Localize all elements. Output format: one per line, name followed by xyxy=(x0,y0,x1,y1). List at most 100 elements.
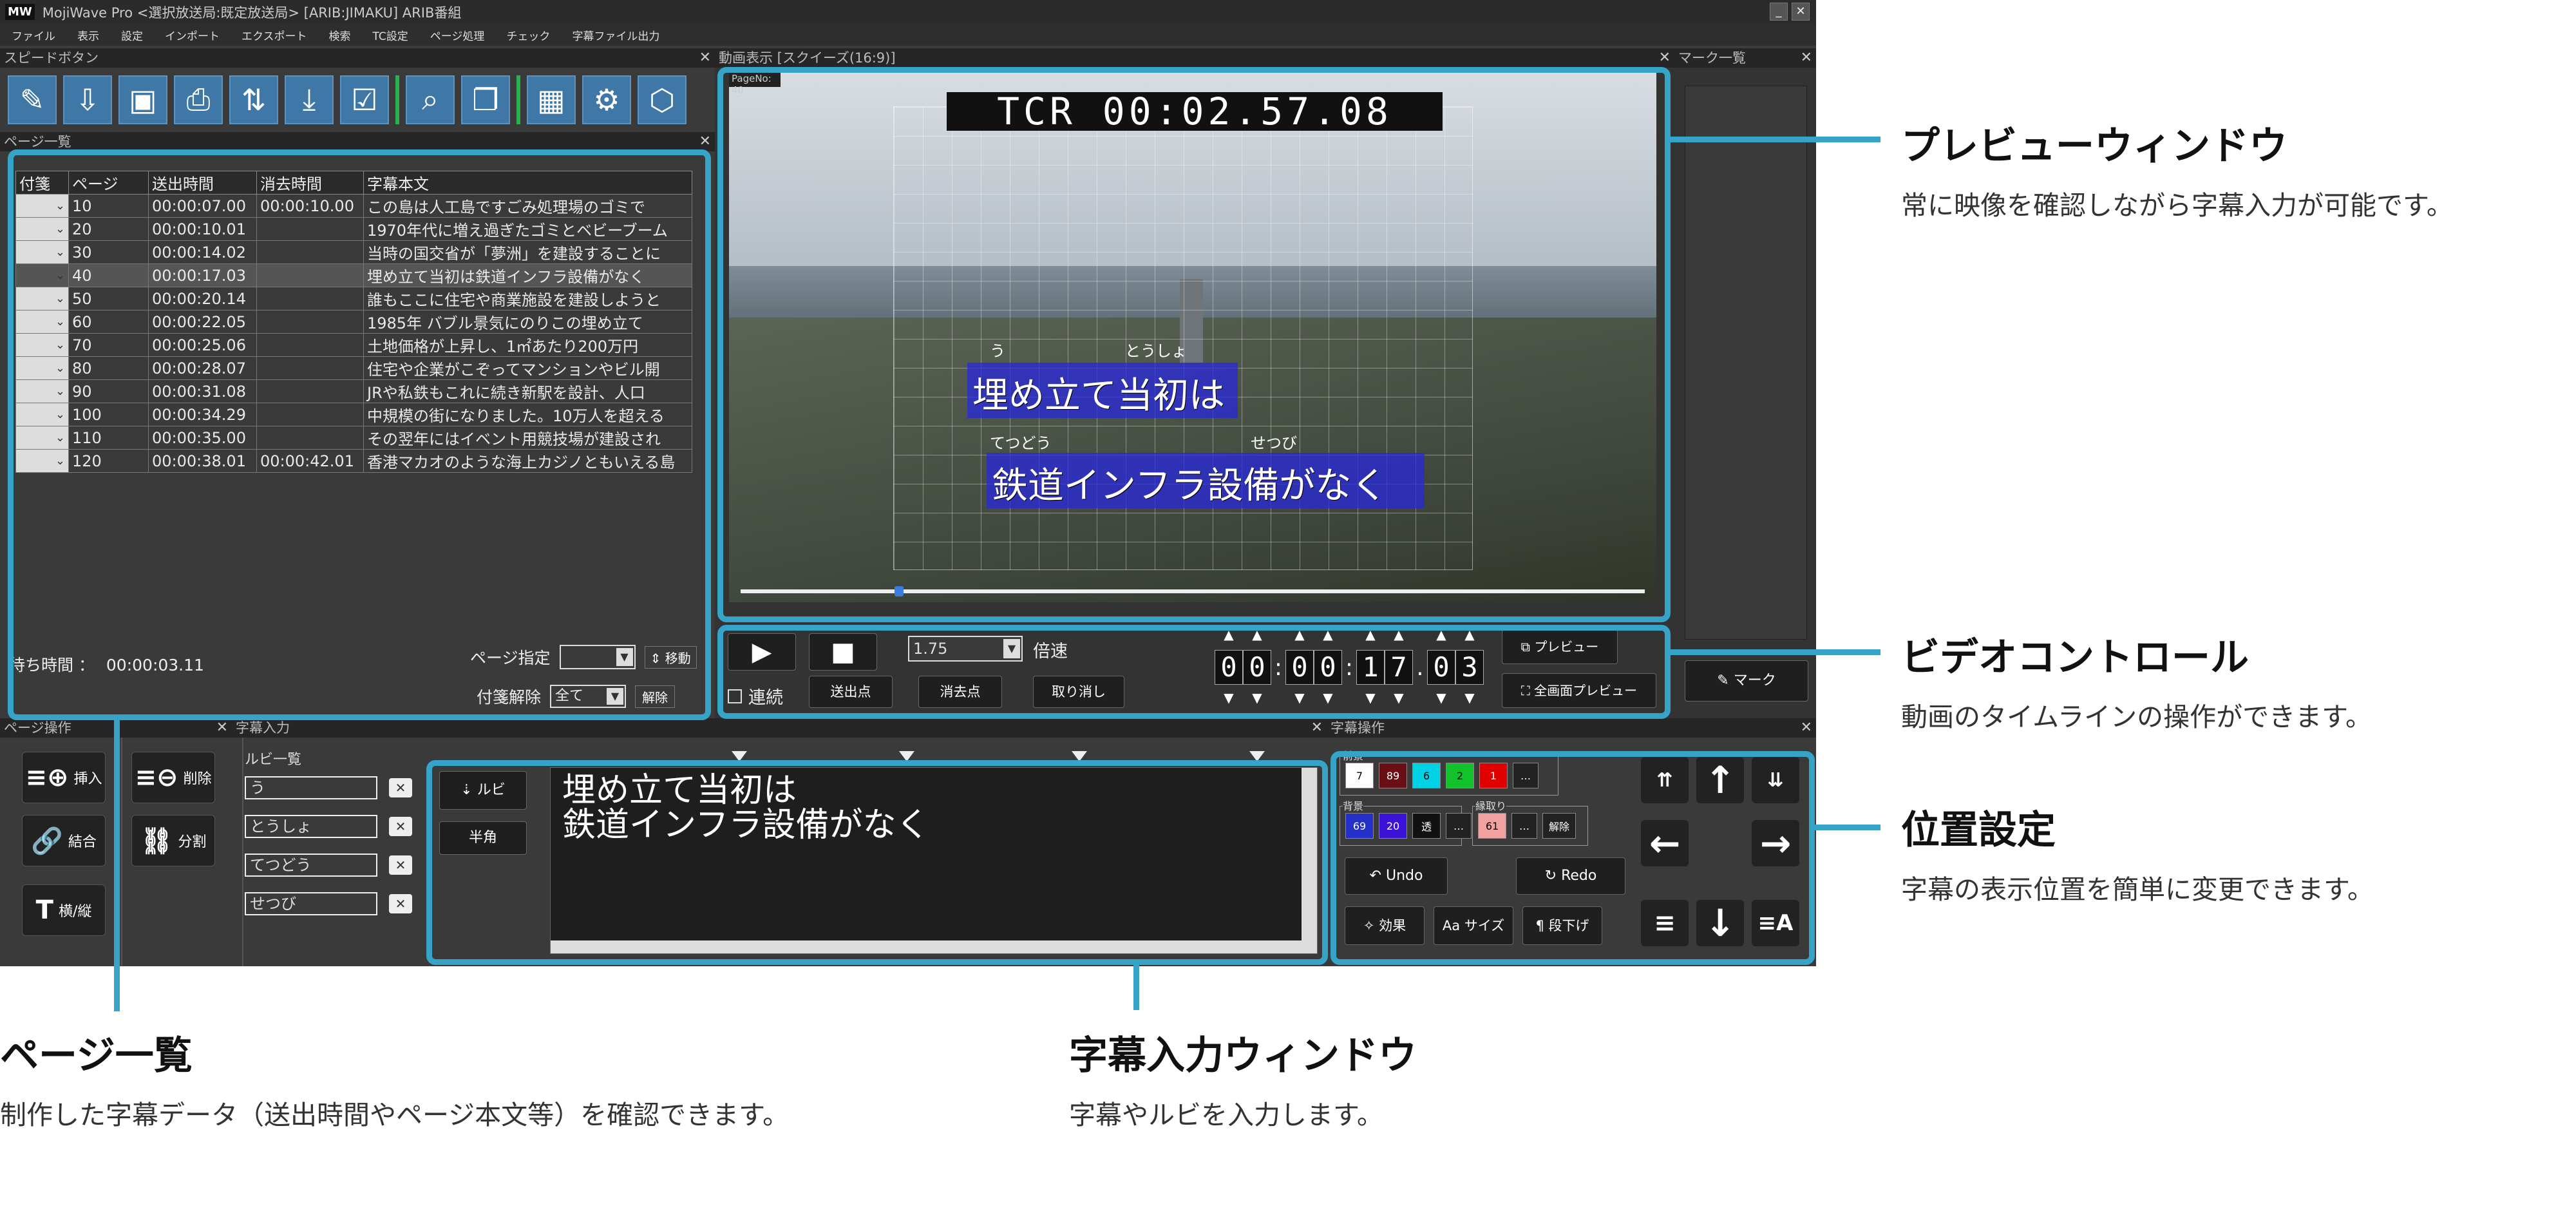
out-time-cell[interactable]: 00:00:17.03 xyxy=(148,263,257,287)
menu-caption-output[interactable]: 字幕ファイル出力 xyxy=(572,27,659,43)
column-header[interactable]: 送出時間 xyxy=(148,171,257,195)
horizontal-scrollbar[interactable] xyxy=(551,940,1303,953)
foreground-color-swatch[interactable]: 1 xyxy=(1479,763,1508,788)
tag-cell[interactable]: ⌄ xyxy=(15,449,69,473)
page-cell[interactable]: 40 xyxy=(68,263,149,287)
tag-cell[interactable]: ⌄ xyxy=(15,379,69,403)
mark-button[interactable]: ✎ マーク xyxy=(1685,660,1808,701)
clear-ruby-button[interactable]: ✕ xyxy=(389,778,412,797)
ruby-input[interactable]: せつび xyxy=(245,892,377,915)
up-arrow[interactable]: ▲ xyxy=(1455,627,1484,642)
delete-button[interactable]: ≡⊖ 削除 xyxy=(131,752,215,803)
caption-text-cell[interactable]: 埋め立て当初は鉄道インフラ設備がなく xyxy=(363,263,692,287)
menu-page-processing[interactable]: ページ処理 xyxy=(430,27,485,43)
foreground-color-swatch[interactable]: 89 xyxy=(1379,763,1407,788)
close-icon[interactable]: ✕ xyxy=(699,132,711,151)
close-icon[interactable]: ✕ xyxy=(216,718,228,738)
continuous-checkbox[interactable] xyxy=(728,689,742,703)
arrow-down-icon[interactable]: ↓ xyxy=(1696,900,1744,946)
page-cell[interactable]: 110 xyxy=(68,426,149,450)
out-time-cell[interactable]: 00:00:31.08 xyxy=(148,379,257,403)
down-arrow[interactable]: ▼ xyxy=(1385,690,1413,705)
out-time-cell[interactable]: 00:00:10.01 xyxy=(148,217,257,241)
table-row[interactable]: ⌄ 50 00:00:20.14 誰もここに住宅や商業施設を建設しようと xyxy=(15,287,692,310)
timecode-digit[interactable]: 0 xyxy=(1427,650,1455,685)
column-header[interactable]: 消去時間 xyxy=(256,171,364,195)
out-time-cell[interactable]: 00:00:25.06 xyxy=(148,333,257,357)
tag-clear-select[interactable]: 全て ▼ xyxy=(550,685,627,708)
grid-icon[interactable]: ▦ xyxy=(527,75,576,124)
caption-text-cell[interactable]: 土地価格が上昇し、1㎡あたり200万円 xyxy=(363,333,692,357)
page-cell[interactable]: 20 xyxy=(68,217,149,241)
up-arrow[interactable]: ▲ xyxy=(1356,627,1385,642)
clear-ruby-button[interactable]: ✕ xyxy=(389,817,412,836)
indent-button[interactable]: ¶ 段下げ xyxy=(1522,906,1602,945)
out-time-cell[interactable]: 00:00:35.00 xyxy=(148,426,257,450)
clear-time-cell[interactable] xyxy=(256,263,364,287)
table-row[interactable]: ⌄ 40 00:00:17.03 埋め立て当初は鉄道インフラ設備がなく xyxy=(15,263,692,287)
page-cell[interactable]: 100 xyxy=(68,403,149,426)
ruby-input[interactable]: てつどう xyxy=(245,854,377,877)
up-arrow[interactable]: ▲ xyxy=(1385,627,1413,642)
tag-cell[interactable]: ⌄ xyxy=(15,217,69,241)
up-arrow[interactable]: ▲ xyxy=(1427,627,1455,642)
continuous-option[interactable]: 連続 xyxy=(728,683,783,709)
align-center-icon[interactable]: ≡ xyxy=(1641,900,1689,946)
column-header[interactable]: 字幕本文 xyxy=(363,171,692,195)
menu-search[interactable]: 検索 xyxy=(329,27,351,43)
tag-cell[interactable]: ⌄ xyxy=(15,263,69,287)
out-time-cell[interactable]: 00:00:38.01 xyxy=(148,449,257,473)
video-frame[interactable]: PageNo: 40 TCR 00:02.57.08 う とうしょ 埋め立て当初… xyxy=(729,73,1656,602)
caption-text-cell[interactable]: 1985年 バブル景気にのりこの埋め立て xyxy=(363,310,692,334)
foreground-color-swatch[interactable]: 7 xyxy=(1345,763,1374,788)
clear-time-cell[interactable] xyxy=(256,217,364,241)
timecode-digit[interactable]: 1 xyxy=(1356,650,1385,685)
check-icon[interactable]: ☑ xyxy=(340,75,389,124)
release-button[interactable]: 解除 xyxy=(635,685,676,708)
page-cell[interactable]: 70 xyxy=(68,333,149,357)
clear-point-button[interactable]: 消去点 xyxy=(918,676,1002,708)
edit-icon[interactable]: ✎ xyxy=(8,75,57,124)
move-button[interactable]: ⇕ 移動 xyxy=(644,645,697,669)
move-top-icon[interactable]: ⇈ xyxy=(1641,757,1689,803)
import-icon[interactable]: ⇩ xyxy=(63,75,112,124)
join-button[interactable]: 🔗 結合 xyxy=(22,815,106,866)
clear-time-cell[interactable] xyxy=(256,310,364,334)
speed-select[interactable]: 1.75 ▼ xyxy=(908,636,1023,662)
tab-stop-marker[interactable] xyxy=(1249,751,1265,761)
clear-time-cell[interactable]: 00:00:42.01 xyxy=(256,449,364,473)
close-icon[interactable]: ✕ xyxy=(1801,48,1812,68)
foreground-color-swatch[interactable]: 2 xyxy=(1446,763,1474,788)
foreground-color-swatch[interactable]: 6 xyxy=(1412,763,1441,788)
timecode-digit[interactable]: 3 xyxy=(1455,650,1484,685)
menu-export[interactable]: エクスポート xyxy=(242,27,307,43)
tab-stop-marker[interactable] xyxy=(732,751,747,761)
stop-button[interactable]: ■ xyxy=(809,633,877,671)
down-arrow[interactable]: ▼ xyxy=(1285,690,1314,705)
redo-button[interactable]: ↻ Redo xyxy=(1516,857,1625,895)
up-arrow[interactable]: ▲ xyxy=(1243,627,1271,642)
menu-file[interactable]: ファイル xyxy=(12,27,55,43)
caption-text-cell[interactable]: その翌年にはイベント用競技場が建設され xyxy=(363,426,692,450)
out-point-button[interactable]: 送出点 xyxy=(809,676,893,708)
table-row[interactable]: ⌄ 30 00:00:14.02 当時の国交省が「夢洲」を建設することに xyxy=(15,240,692,264)
text-align-icon[interactable]: ≡A xyxy=(1752,900,1799,946)
fullscreen-preview-button[interactable]: ⛶ 全画面プレビュー xyxy=(1502,673,1656,708)
clear-time-cell[interactable] xyxy=(256,426,364,450)
move-bottom-icon[interactable]: ⇊ xyxy=(1752,757,1799,803)
close-icon[interactable]: ✕ xyxy=(699,48,711,68)
menu-view[interactable]: 表示 xyxy=(77,27,99,43)
clear-ruby-button[interactable]: ✕ xyxy=(389,855,412,875)
clear-time-cell[interactable] xyxy=(256,333,364,357)
size-button[interactable]: Aa サイズ xyxy=(1434,906,1513,945)
out-time-cell[interactable]: 00:00:20.14 xyxy=(148,287,257,310)
ruby-input[interactable]: とうしょ xyxy=(245,815,377,838)
menu-check[interactable]: チェック xyxy=(506,27,550,43)
down-arrow[interactable]: ▼ xyxy=(1455,690,1484,705)
package-icon[interactable]: ⬡ xyxy=(638,75,687,124)
clear-time-cell[interactable] xyxy=(256,287,364,310)
tab-stop-marker[interactable] xyxy=(899,751,914,761)
tag-cell[interactable]: ⌄ xyxy=(15,287,69,310)
table-row[interactable]: ⌄ 120 00:00:38.01 00:00:42.01 香港マカオのような海上カジノ… xyxy=(15,449,692,473)
mark-list[interactable] xyxy=(1685,86,1807,640)
